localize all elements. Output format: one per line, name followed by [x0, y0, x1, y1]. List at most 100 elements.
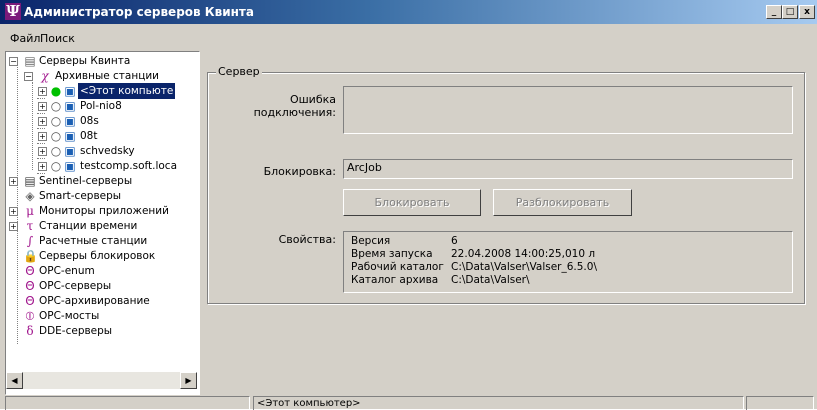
- station-node[interactable]: + ○ ▣ Pol-nio8: [6, 98, 196, 114]
- prop-value: C:\Data\Valser\: [451, 274, 530, 286]
- station-node[interactable]: + ○ ▣ testcomp.soft.loca: [6, 158, 196, 174]
- station-node[interactable]: + ● ▣ <Этот компьюте: [6, 83, 196, 99]
- error-field[interactable]: [343, 86, 793, 134]
- lock-field[interactable]: ArcJob: [343, 159, 793, 179]
- expand-toggle[interactable]: +: [38, 87, 47, 96]
- server-tree[interactable]: − ▤ Серверы Квинта − χ Архивные станции …: [5, 51, 200, 395]
- prop-key: Версия: [351, 235, 391, 247]
- station-node[interactable]: + ○ ▣ 08t: [6, 128, 196, 144]
- tree-label: Smart-серверы: [39, 190, 122, 202]
- expand-toggle[interactable]: +: [38, 147, 47, 156]
- status-offline-icon: ○: [50, 129, 62, 143]
- tree-label: Расчетные станции: [39, 235, 148, 247]
- computer-icon: ▣: [64, 99, 76, 113]
- tree-node-locks[interactable]: 🔒 Серверы блокировок: [6, 248, 196, 264]
- expand-toggle[interactable]: +: [38, 102, 47, 111]
- station-node[interactable]: + ○ ▣ schvedsky: [6, 143, 196, 159]
- tree-node-opc-bridges[interactable]: ⦶ OPC-мосты: [6, 308, 196, 324]
- window-title: Администратор серверов Квинта: [24, 5, 254, 19]
- props-label: Свойства:: [278, 233, 336, 246]
- status-offline-icon: ○: [50, 144, 62, 158]
- integral-icon: ∫: [26, 234, 34, 248]
- tree-node-dde[interactable]: δ DDE-серверы: [6, 323, 196, 339]
- tree-label: OPC-enum: [39, 265, 95, 277]
- tree-label: Станции времени: [39, 220, 138, 232]
- maximize-button[interactable]: □: [782, 5, 798, 19]
- tree-label: DDE-серверы: [39, 325, 113, 337]
- lock-label: Блокировка:: [263, 165, 336, 178]
- prop-value: 22.04.2008 14:00:25,010 л: [451, 248, 596, 260]
- tree-node-opc-enum[interactable]: Θ OPC-enum: [6, 263, 196, 279]
- lock-value: ArcJob: [347, 161, 382, 174]
- minimize-button[interactable]: _: [766, 5, 782, 19]
- tree-label: Pol-nio8: [80, 100, 122, 112]
- status-offline-icon: ○: [50, 99, 62, 113]
- tree-node-time[interactable]: + τ Станции времени: [6, 218, 196, 234]
- tree-node-archive[interactable]: − χ Архивные станции: [6, 68, 196, 84]
- server-group-title: Сервер: [216, 65, 262, 78]
- tree-node-opc-archive[interactable]: Θ OPC-архивирование: [6, 293, 196, 309]
- menu-file[interactable]: Файл: [10, 32, 40, 45]
- delta-icon: δ: [26, 324, 34, 338]
- tree-label: Sentinel-серверы: [39, 175, 133, 187]
- computer-icon: ▣: [64, 159, 76, 173]
- computer-icon: ▣: [64, 114, 76, 128]
- mu-icon: μ: [26, 204, 34, 218]
- scroll-right-arrow-icon[interactable]: ▶: [180, 372, 197, 389]
- close-button[interactable]: x: [799, 5, 815, 19]
- status-offline-icon: ○: [50, 159, 62, 173]
- computer-icon: ▣: [64, 144, 76, 158]
- tree-node-root[interactable]: − ▤ Серверы Квинта: [6, 53, 196, 69]
- theta-icon: Θ: [25, 294, 35, 308]
- prop-key: Каталог архива: [351, 274, 439, 286]
- expand-toggle[interactable]: +: [38, 117, 47, 126]
- menu-bar: Файл Поиск: [0, 28, 817, 46]
- expand-toggle[interactable]: +: [38, 132, 47, 141]
- computer-icon: ▣: [64, 129, 76, 143]
- bridge-icon: ⦶: [25, 309, 35, 323]
- app-psi-icon: Ψ: [5, 2, 21, 20]
- chi-icon: χ: [41, 69, 49, 83]
- unlock-button[interactable]: Разблокировать: [493, 189, 632, 216]
- computer-icon: ▣: [64, 84, 76, 98]
- tree-label: testcomp.soft.loca: [80, 160, 178, 172]
- expand-toggle[interactable]: +: [9, 177, 18, 186]
- prop-key: Время запуска: [351, 248, 433, 260]
- tree-label: 08t: [80, 130, 98, 142]
- tree-node-calc[interactable]: ∫ Расчетные станции: [6, 233, 196, 249]
- collapse-toggle[interactable]: −: [9, 57, 18, 66]
- theta-icon: Θ: [25, 264, 35, 278]
- status-bar: <Этот компьютер>: [0, 396, 817, 410]
- tree-label: 08s: [80, 115, 99, 127]
- tree-node-sentinel[interactable]: + ▤ Sentinel-серверы: [6, 173, 196, 189]
- status-text: <Этот компьютер>: [257, 398, 361, 409]
- tree-label: OPC-архивирование: [39, 295, 150, 307]
- disk-icon: ◈: [25, 189, 35, 203]
- theta-icon: Θ: [25, 279, 35, 293]
- status-online-icon: ●: [50, 84, 62, 98]
- error-label: Ошибка подключения:: [253, 93, 336, 119]
- expand-toggle[interactable]: +: [9, 207, 18, 216]
- menu-search[interactable]: Поиск: [40, 32, 75, 45]
- expand-toggle[interactable]: +: [38, 162, 47, 171]
- collapse-toggle[interactable]: −: [24, 72, 33, 81]
- tree-label: schvedsky: [80, 145, 135, 157]
- tree-label: Мониторы приложений: [39, 205, 169, 217]
- tree-label: Серверы Квинта: [39, 55, 131, 67]
- lock-button[interactable]: Блокировать: [343, 189, 481, 216]
- tree-node-smart[interactable]: ◈ Smart-серверы: [6, 188, 196, 204]
- expand-toggle[interactable]: +: [9, 222, 18, 231]
- station-node[interactable]: + ○ ▣ 08s: [6, 113, 196, 129]
- tree-node-opc-servers[interactable]: Θ OPC-серверы: [6, 278, 196, 294]
- prop-value: C:\Data\Valser\Valser_6.5.0\: [451, 261, 597, 273]
- tree-label: Серверы блокировок: [39, 250, 156, 262]
- lock-icon: 🔒: [23, 249, 38, 263]
- status-panel-left: [5, 396, 250, 410]
- server-group-icon: ▤: [24, 54, 36, 68]
- prop-key: Рабочий каталог: [351, 261, 444, 273]
- tree-node-monitors[interactable]: + μ Мониторы приложений: [6, 203, 196, 219]
- title-bar[interactable]: Ψ Администратор серверов Квинта _ □ x: [0, 0, 817, 24]
- tree-label: OPC-серверы: [39, 280, 112, 292]
- scroll-left-arrow-icon[interactable]: ◀: [6, 372, 23, 389]
- tree-horizontal-scrollbar[interactable]: ◀ ▶: [6, 372, 197, 389]
